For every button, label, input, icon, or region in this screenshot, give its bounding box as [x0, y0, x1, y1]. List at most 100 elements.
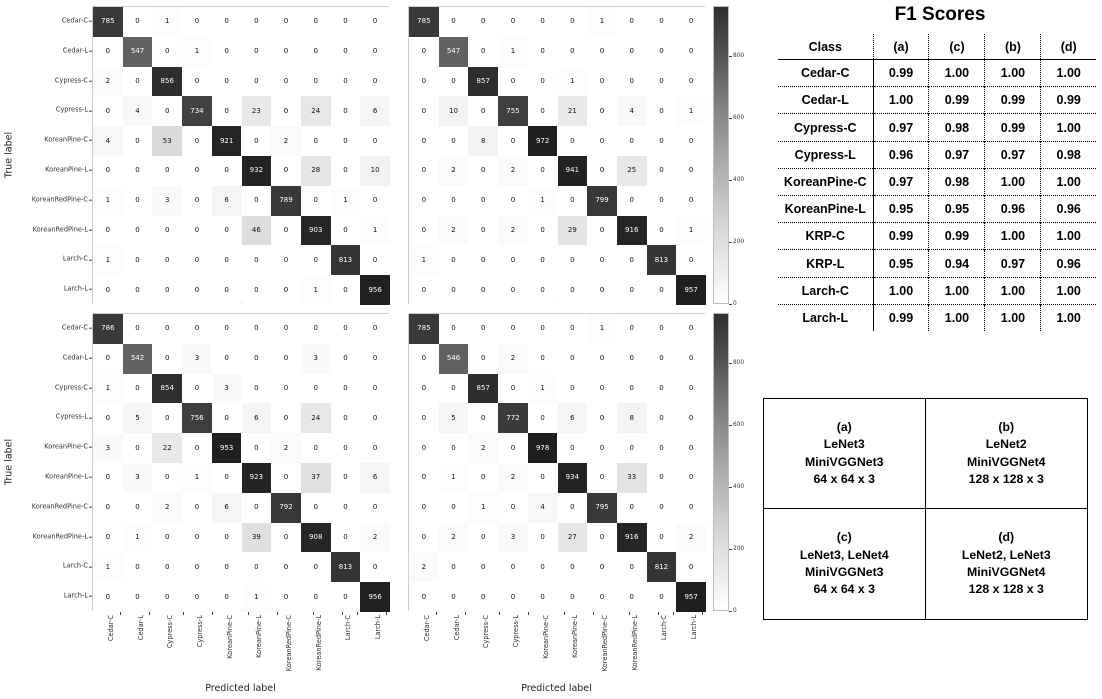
y-tick-cypress-l: Cypress-L: [55, 413, 92, 421]
matrix-cell: 0: [211, 582, 242, 612]
matrix-cell: 0: [182, 552, 212, 583]
matrix-cell: 0: [676, 373, 706, 404]
matrix-cell: 6: [211, 185, 242, 216]
matrix-cell: 0: [468, 156, 499, 186]
x-tick-koreanpine-l: KoreanPine-L: [255, 611, 298, 658]
x-tick-text: Cypress-L: [511, 615, 520, 648]
matrix-cell: 0: [300, 7, 331, 37]
matrix-cell: 0: [409, 433, 439, 463]
matrix-cell: 0: [241, 126, 272, 156]
y-tick-labels-c: Cedar-C Cedar-L Cypress-C Cypress-L KoreanPi…: [0, 313, 92, 611]
matrix-cell: 0: [409, 36, 439, 67]
matrix-cell: 0: [271, 66, 301, 97]
matrix-cell: 0: [438, 66, 469, 97]
matrix-cell: 1: [93, 185, 123, 216]
matrix-cell: 0: [300, 245, 331, 276]
legend-cell-b: (b) LeNet2 MiniVGGNet4 128 x 128 x 3: [925, 399, 1087, 509]
x-tick-text: Larch-L: [690, 615, 699, 640]
matrix-cell: 4: [93, 126, 123, 156]
x-tick-labels-d: Cedar-C Cedar-L Cypress-C Cypress-L KoreanPi…: [408, 611, 705, 685]
matrix-cell: 972: [527, 126, 558, 156]
table-row: KRP-C 0.99 0.99 1.00 1.00: [778, 222, 1096, 250]
matrix-cell: 547: [122, 36, 153, 67]
matrix-cell: 0: [438, 552, 469, 583]
matrix-cell: 0: [241, 275, 272, 305]
matrix-cell: 33: [616, 463, 647, 493]
matrix-cell: 0: [182, 582, 212, 612]
matrix-cell: 0: [300, 66, 331, 97]
matrix-cell: 0: [300, 433, 331, 463]
matrix-cell: 0: [676, 66, 706, 97]
matrix-cell: 0: [409, 126, 439, 156]
matrix-cell: 0: [676, 185, 706, 216]
matrix-cell: 908: [300, 522, 331, 553]
matrix-cell: 0: [182, 7, 212, 37]
matrix-cell: 0: [152, 582, 183, 612]
matrix-cell: 5: [122, 403, 153, 434]
matrix-cell: 0: [587, 403, 617, 434]
matrix-cell: 0: [122, 275, 153, 305]
y-tick-koreanredpine-l: KoreanRedPine-L: [32, 225, 92, 234]
f1-scores-table: Class (a) (c) (b) (d) Cedar-C 0.99 1.00 1.00 1.00…: [778, 34, 1096, 331]
matrix-cell: 0: [122, 7, 153, 37]
class-name-cell: KRP-C: [778, 222, 874, 250]
matrix-cell: 1: [676, 96, 706, 127]
matrix-cell: 6: [557, 403, 588, 434]
matrix-cell: 1: [527, 185, 558, 216]
matrix-cell: 0: [330, 492, 361, 523]
x-tick-text: KoreanRedPine-C: [601, 615, 610, 672]
matrix-cell: 0: [360, 314, 390, 344]
matrix-grid-c: 786 0 0 0 0 0 0 0 0 0 0 542 0 3 0 0 0 3 0 0 1 0 854 0 3 0 0 0 0 0 0 5 0 7…: [92, 313, 390, 612]
y-axis-label-c: True label: [3, 438, 15, 486]
matrix-cell: 0: [409, 215, 439, 246]
matrix-cell: 0: [557, 582, 588, 612]
matrix-cell: 923: [241, 463, 272, 493]
f1-value-cell-a: 1.00: [873, 276, 930, 305]
matrix-cell: 0: [557, 373, 588, 404]
matrix-cell: 0: [557, 7, 588, 37]
matrix-cell: 0: [122, 582, 153, 612]
matrix-cell: 0: [527, 96, 558, 127]
matrix-cell: 0: [211, 403, 242, 434]
matrix-cell: 0: [616, 433, 647, 463]
matrix-cell: 0: [646, 433, 677, 463]
matrix-cell: 0: [616, 66, 647, 97]
matrix-cell: 0: [211, 66, 242, 97]
legend-line: MiniVGGNet3: [804, 565, 884, 579]
matrix-cell: 0: [182, 275, 212, 305]
matrix-cell: 0: [587, 275, 617, 305]
matrix-cell: 22: [152, 433, 183, 463]
f1-value-cell-b: 1.00: [984, 167, 1042, 196]
matrix-cell: 0: [527, 275, 558, 305]
matrix-cell: 0: [360, 66, 390, 97]
matrix-cell: 0: [241, 492, 272, 523]
matrix-cell: 0: [616, 185, 647, 216]
matrix-cell: 0: [360, 36, 390, 67]
f1-value-cell-b: 0.96: [984, 195, 1042, 223]
matrix-cell: 0: [646, 403, 677, 434]
x-tick-larch-c: Larch-C: [660, 611, 685, 640]
matrix-cell: 0: [527, 552, 558, 583]
x-axis-label-c: Predicted label: [205, 683, 276, 694]
matrix-cell: 0: [616, 126, 647, 156]
matrix-cell: 0: [152, 463, 183, 493]
matrix-cell: 957: [676, 275, 706, 305]
column-header-a: (a): [873, 34, 930, 61]
matrix-cell: 0: [557, 433, 588, 463]
matrix-cell: 2: [438, 215, 469, 246]
matrix-cell: 0: [587, 343, 617, 374]
matrix-cell: 0: [527, 7, 558, 37]
matrix-cell: 0: [241, 66, 272, 97]
matrix-cell: 1: [330, 185, 361, 216]
f1-value-cell-a: 0.95: [873, 249, 930, 278]
matrix-cell: 0: [300, 314, 331, 344]
matrix-cell: 813: [330, 245, 361, 276]
matrix-cell: 0: [527, 156, 558, 186]
matrix-cell: 0: [182, 215, 212, 246]
matrix-cell: 1: [587, 314, 617, 344]
matrix-cell: 0: [498, 66, 528, 97]
matrix-cell: 0: [616, 314, 647, 344]
matrix-cell: 0: [468, 552, 499, 583]
matrix-cell: 0: [646, 36, 677, 67]
matrix-cell: 0: [330, 215, 361, 246]
